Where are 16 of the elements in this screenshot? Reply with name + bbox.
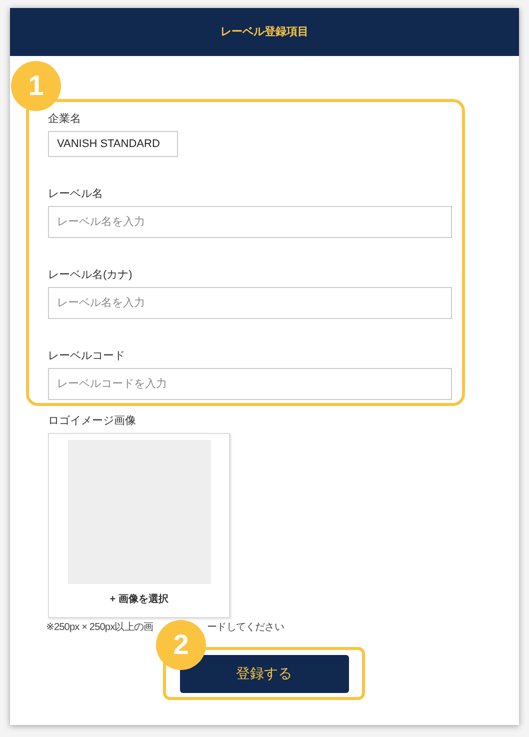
input-field[interactable]: レーベル名を入力 [48,206,452,238]
field-label: ロゴイメージ画像 [48,414,137,428]
field-label: レーベル名(カナ) [48,268,134,282]
header-title: レーベル登録項目 [220,24,308,40]
field-label: レーベル名 [48,187,104,201]
field-label: レーベルコード [48,349,126,363]
note-text: ードしてください [207,621,284,635]
field-label: 企業名 [48,112,82,126]
step-badge: 1 [11,61,61,111]
input-field[interactable]: レーベル名を入力 [48,287,452,319]
select-image-button[interactable]: + 画像を選択 [110,592,168,607]
step-badge: 2 [156,620,206,670]
note-text: ※250px × 250px以上の画 [46,620,154,635]
submit-button[interactable]: 登録する [180,654,348,692]
input-field[interactable]: VANISH STANDARD [48,131,178,157]
input-field[interactable]: レーベルコードを入力 [48,368,452,400]
